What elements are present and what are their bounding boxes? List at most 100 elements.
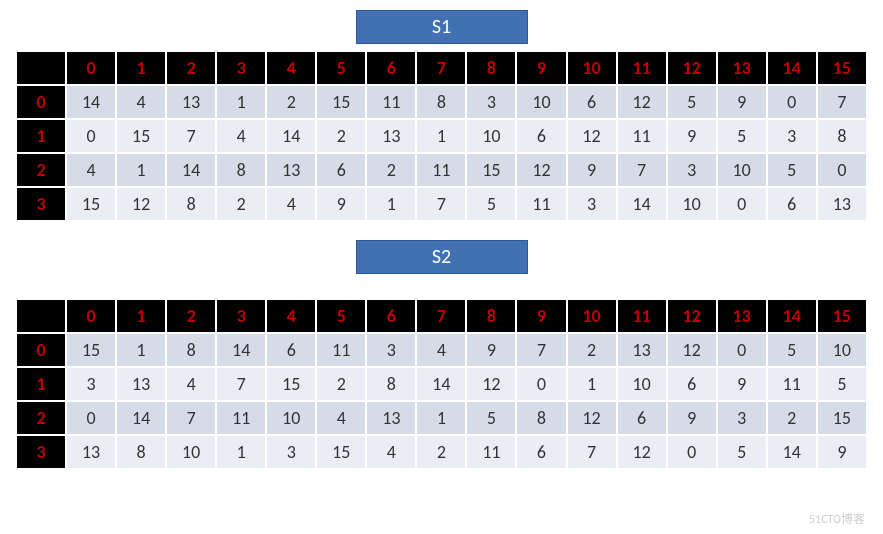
row-header: 0 [16,333,66,367]
cell: 13 [366,119,416,153]
cell: 6 [516,119,566,153]
cell: 13 [166,85,216,119]
row-header: 2 [16,401,66,435]
cell: 14 [266,119,316,153]
col-header: 4 [266,51,316,85]
cell: 9 [817,435,867,469]
cell: 12 [567,119,617,153]
cell: 3 [567,187,617,221]
cell: 4 [366,435,416,469]
col-header: 13 [717,299,767,333]
cell: 1 [416,401,466,435]
table-row: 1 3 13 4 7 15 2 8 14 12 0 1 10 6 9 11 5 [16,367,867,401]
cell: 9 [466,333,516,367]
cell: 1 [116,153,166,187]
cell: 15 [817,401,867,435]
table-row: 1 0 15 7 4 14 2 13 1 10 6 12 11 9 5 3 8 [16,119,867,153]
col-header: 5 [316,51,366,85]
cell: 3 [667,153,717,187]
cell: 15 [466,153,516,187]
cell: 14 [216,333,266,367]
cell: 13 [66,435,116,469]
col-header: 6 [366,51,416,85]
cell: 10 [516,85,566,119]
cell: 1 [216,85,266,119]
col-header: 15 [817,51,867,85]
row-header: 1 [16,119,66,153]
cell: 9 [667,119,717,153]
cell: 6 [266,333,316,367]
cell: 15 [66,333,116,367]
cell: 7 [817,85,867,119]
cell: 11 [516,187,566,221]
row-header: 1 [16,367,66,401]
sbox2-corner [16,299,66,333]
cell: 12 [617,435,667,469]
cell: 14 [416,367,466,401]
cell: 12 [116,187,166,221]
cell: 6 [516,435,566,469]
col-header: 7 [416,51,466,85]
col-header: 9 [516,51,566,85]
col-header: 7 [416,299,466,333]
cell: 5 [466,187,516,221]
cell: 14 [617,187,667,221]
cell: 4 [416,333,466,367]
cell: 10 [817,333,867,367]
cell: 3 [266,435,316,469]
cell: 12 [667,333,717,367]
cell: 7 [216,367,266,401]
cell: 0 [717,187,767,221]
cell: 2 [316,367,366,401]
cell: 2 [416,435,466,469]
col-header: 15 [817,299,867,333]
cell: 13 [617,333,667,367]
cell: 0 [516,367,566,401]
cell: 6 [617,401,667,435]
cell: 3 [366,333,416,367]
cell: 5 [717,435,767,469]
cell: 8 [516,401,566,435]
cell: 10 [667,187,717,221]
col-header: 3 [216,51,266,85]
cell: 4 [266,187,316,221]
cell: 4 [216,119,266,153]
table-row: 3 13 8 10 1 3 15 4 2 11 6 7 12 0 5 14 9 [16,435,867,469]
cell: 2 [316,119,366,153]
sbox2-table-wrap: 0 1 2 3 4 5 6 7 8 9 10 11 12 13 14 15 0 … [15,298,868,470]
col-header: 6 [366,299,416,333]
cell: 10 [466,119,516,153]
col-header: 14 [767,299,817,333]
cell: 9 [567,153,617,187]
col-header: 12 [667,51,717,85]
cell: 14 [767,435,817,469]
cell: 13 [116,367,166,401]
cell: 5 [767,153,817,187]
cell: 1 [567,367,617,401]
table-row: 2 0 14 7 11 10 4 13 1 5 8 12 6 9 3 2 15 [16,401,867,435]
cell: 14 [166,153,216,187]
cell: 1 [366,187,416,221]
sbox1-corner [16,51,66,85]
cell: 15 [316,85,366,119]
cell: 12 [567,401,617,435]
cell: 3 [767,119,817,153]
cell: 10 [266,401,316,435]
col-header: 12 [667,299,717,333]
cell: 6 [667,367,717,401]
cell: 9 [316,187,366,221]
col-header: 4 [266,299,316,333]
cell: 13 [366,401,416,435]
cell: 13 [266,153,316,187]
cell: 11 [366,85,416,119]
cell: 8 [366,367,416,401]
row-header: 3 [16,187,66,221]
cell: 6 [767,187,817,221]
cell: 10 [717,153,767,187]
cell: 3 [66,367,116,401]
cell: 0 [717,333,767,367]
cell: 6 [316,153,366,187]
cell: 15 [116,119,166,153]
cell: 3 [466,85,516,119]
sbox1-label: S1 [356,10,528,44]
